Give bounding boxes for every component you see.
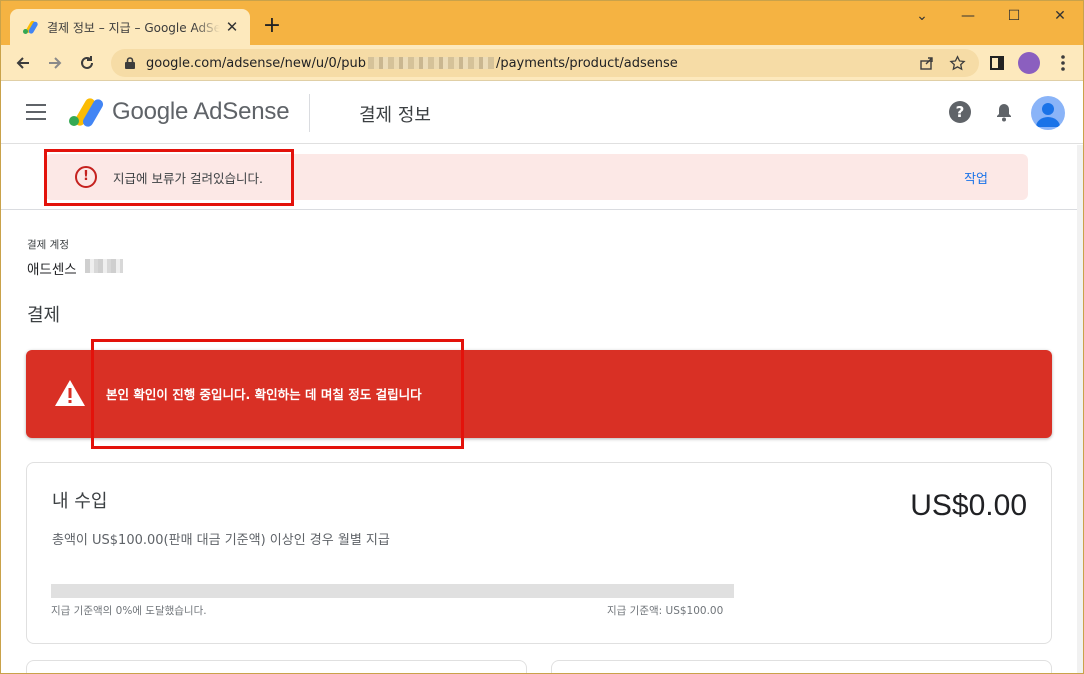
hold-banner-region: ! 지급에 보류가 걸려있습니다. 작업 — [1, 145, 1077, 210]
verification-message: 본인 확인이 진행 중입니다. 확인하는 데 며칠 정도 걸립니다 — [106, 387, 422, 402]
brand-name: Google AdSense — [112, 98, 290, 125]
next-card-left — [26, 660, 527, 673]
browser-tab[interactable]: 결제 정보 – 지급 – Google AdSense ✕ — [10, 9, 250, 45]
maximize-button[interactable]: ☐ — [991, 5, 1037, 29]
close-window-button[interactable]: ✕ — [1037, 5, 1083, 29]
tab-title: 결제 정보 – 지급 – Google AdSense — [47, 20, 220, 35]
back-icon[interactable] — [9, 49, 37, 77]
scrollbar[interactable] — [1077, 145, 1083, 673]
alert-circle-icon: ! — [75, 166, 97, 188]
main-content: ! 지급에 보류가 걸려있습니다. 작업 결제 계정 애드센스 결제 본인 확인… — [1, 145, 1083, 673]
bookmark-star-icon[interactable] — [943, 49, 971, 77]
adsense-favicon-icon — [23, 20, 38, 34]
header-divider — [309, 94, 310, 132]
url-redacted — [367, 57, 494, 69]
verification-banner: 본인 확인이 진행 중입니다. 확인하는 데 며칠 정도 걸립니다 — [26, 350, 1052, 438]
account-label: 결제 계정 — [27, 239, 69, 251]
adsense-logo-icon — [69, 98, 103, 127]
payments-section-title: 결제 — [27, 305, 61, 326]
menu-kebab-icon[interactable] — [1049, 49, 1077, 77]
next-card-right — [551, 660, 1052, 673]
earnings-amount: US$0.00 — [910, 489, 1027, 522]
address-bar[interactable]: google.com/adsense/new/u/0/pub/payments/… — [111, 49, 979, 77]
url-text: google.com/adsense/new/u/0/pub/payments/… — [146, 55, 678, 71]
tab-close-icon[interactable]: ✕ — [224, 19, 240, 35]
browser-toolbar: google.com/adsense/new/u/0/pub/payments/… — [1, 45, 1083, 81]
account-name: 애드센스 — [27, 262, 77, 278]
threshold-progress-bar — [51, 584, 734, 598]
tab-strip: 결제 정보 – 지급 – Google AdSense ✕ + ⌄ — ☐ ✕ — [1, 1, 1083, 45]
lock-icon — [125, 57, 135, 69]
notifications-bell-icon[interactable] — [993, 101, 1015, 123]
payment-hold-banner: ! 지급에 보류가 걸려있습니다. 작업 — [45, 154, 1028, 200]
account-name-redacted — [85, 259, 123, 273]
hold-message: 지급에 보류가 걸려있습니다. — [113, 170, 263, 186]
adsense-header: Google AdSense 결제 정보 ? — [1, 82, 1083, 144]
threshold-note: 총액이 US$100.00(판매 대금 기준액) 이상인 경우 월별 지급 — [52, 533, 390, 548]
reload-icon[interactable] — [73, 49, 101, 77]
browser-window: 결제 정보 – 지급 – Google AdSense ✕ + ⌄ — ☐ ✕ … — [0, 0, 1084, 674]
page-title: 결제 정보 — [359, 105, 431, 126]
side-panel-icon[interactable] — [983, 49, 1011, 77]
forward-icon[interactable] — [41, 49, 69, 77]
threshold-amount: 지급 기준액: US$100.00 — [607, 605, 724, 617]
progress-status: 지급 기준액의 0%에 도달했습니다. — [51, 605, 207, 617]
new-tab-button[interactable]: + — [259, 14, 285, 40]
profile-avatar[interactable] — [1015, 49, 1043, 77]
tab-search-icon[interactable]: ⌄ — [899, 5, 945, 29]
share-icon[interactable] — [913, 49, 941, 77]
hamburger-menu-icon[interactable] — [26, 104, 46, 120]
account-avatar[interactable] — [1031, 96, 1065, 130]
hold-action-link[interactable]: 작업 — [964, 168, 988, 187]
earnings-title: 내 수입 — [52, 491, 108, 512]
help-icon[interactable]: ? — [949, 101, 971, 123]
warning-triangle-icon — [55, 380, 85, 406]
minimize-button[interactable]: — — [945, 5, 991, 29]
earnings-card: 내 수입 US$0.00 총액이 US$100.00(판매 대금 기준액) 이상… — [26, 462, 1052, 644]
